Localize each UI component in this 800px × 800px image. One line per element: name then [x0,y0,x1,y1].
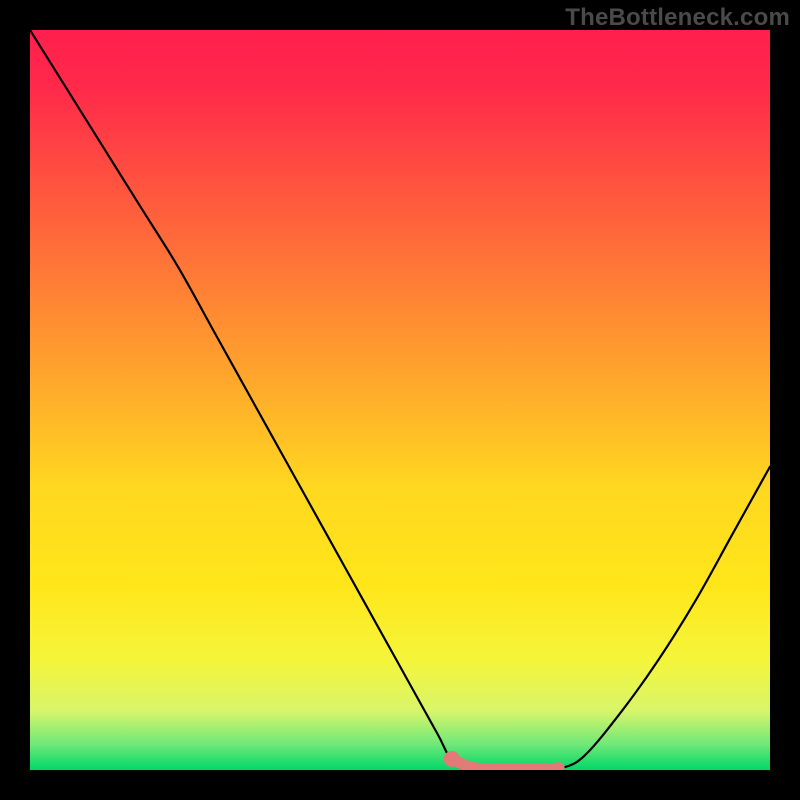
optimal-start-marker [444,751,460,767]
watermark-text: TheBottleneck.com [565,4,790,32]
chart-plot-area [30,30,770,770]
chart-svg [30,30,770,770]
chart-frame: TheBottleneck.com [0,0,800,800]
